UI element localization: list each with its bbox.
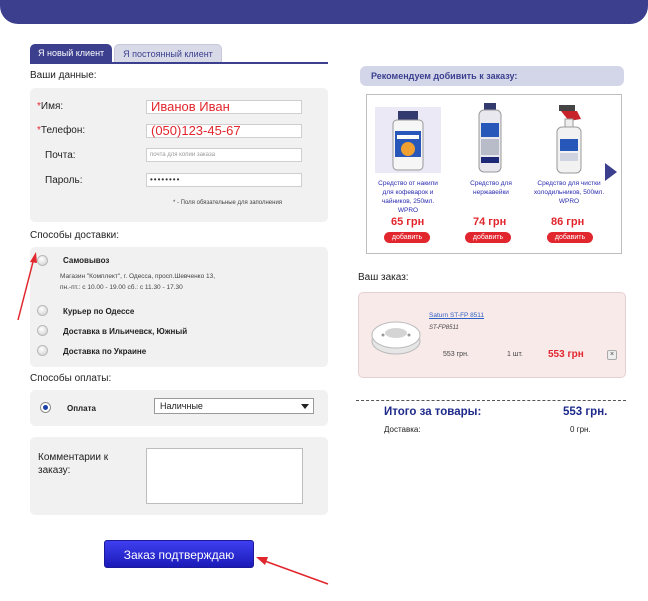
name-label: *Имя: [37, 101, 63, 112]
product-image-fridge-cleaner[interactable] [551, 105, 587, 180]
top-header-bar [0, 0, 648, 24]
password-input[interactable]: •••••••• [146, 173, 302, 187]
comments-label-line1: Комментарии к [38, 452, 109, 463]
tab-regular-client[interactable]: Я постоянный клиент [114, 44, 222, 62]
product-name-fridge-cleaner[interactable]: Средство для чистки холодильников, 500мл… [533, 179, 605, 206]
delivery-radio-courier[interactable] [37, 305, 48, 316]
order-item-image[interactable] [369, 311, 423, 362]
order-title: Ваш заказ: [358, 272, 409, 283]
recommend-carousel: Средство от накипи для кофеварок и чайни… [366, 94, 622, 254]
order-item-sku: ST-FP8511 [429, 325, 459, 331]
summary-delivery-value: 0 грн. [570, 425, 591, 434]
delivery-option-ukraine[interactable]: Доставка по Украине [63, 347, 146, 356]
summary-divider [356, 400, 626, 401]
tab-new-client[interactable]: Я новый клиент [30, 44, 113, 62]
delivery-title: Способы доставки: [30, 230, 120, 241]
delivery-option-courier[interactable]: Курьер по Одессе [63, 307, 134, 316]
phone-label-text: Телефон: [40, 125, 86, 136]
delivery-panel: Самовывоз Магазин "Комплект", г. Одесса,… [30, 247, 328, 367]
add-button-fridge-cleaner[interactable]: добавить [547, 232, 593, 243]
your-data-title: Ваши данные: [30, 70, 97, 81]
phone-input[interactable]: (050)123-45-67 [146, 124, 302, 138]
order-item-name-link[interactable]: Saturn ST-FP 8511 [429, 312, 484, 319]
tab-underline [30, 62, 328, 64]
product-price-steel-cleaner: 74 грн [473, 216, 507, 228]
email-label: Почта: [45, 150, 76, 161]
payment-label: Оплата [67, 404, 96, 413]
product-price-descaler: 65 грн [391, 216, 425, 228]
required-note: * - Поля обязательные для заполнения [173, 200, 283, 206]
email-input[interactable]: почта для копии заказа [146, 148, 302, 162]
summary-total-label: Итого за товары: [384, 406, 482, 418]
carousel-next-arrow-icon[interactable] [605, 163, 617, 181]
add-button-steel-cleaner[interactable]: добавить [465, 232, 511, 243]
comments-label-line2: заказу: [38, 465, 71, 476]
order-unit-price: 553 грн. [443, 351, 469, 358]
pickup-address-line2: пн.-пт.: с 10.00 - 19.00 сб.: с 11.30 - … [60, 284, 183, 291]
product-image-descaler[interactable] [375, 107, 441, 178]
delivery-radio-ilichevsk[interactable] [37, 325, 48, 336]
payment-title: Способы оплаты: [30, 373, 112, 384]
payment-radio[interactable] [40, 402, 51, 413]
payment-select-value: Наличные [160, 401, 203, 411]
summary-delivery-label: Доставка: [384, 425, 421, 434]
product-name-steel-cleaner[interactable]: Средство для нержавейки [455, 179, 527, 197]
recommend-title: Рекомендуем добивить к заказу: [360, 66, 624, 86]
delivery-radio-ukraine[interactable] [37, 345, 48, 356]
add-button-descaler[interactable]: добавить [384, 232, 430, 243]
payment-select[interactable]: Наличные [154, 398, 314, 414]
phone-label: *Телефон: [37, 125, 85, 136]
product-name-descaler[interactable]: Средство от накипи для кофеварок и чайни… [372, 179, 444, 215]
delivery-option-pickup[interactable]: Самовывоз [63, 256, 109, 265]
order-quantity: 1 шт. [507, 351, 523, 358]
pickup-address-line1: Магазин "Комплект", г. Одесса, просп.Шев… [60, 273, 216, 280]
payment-panel: Оплата Наличные [30, 390, 328, 426]
product-image-steel-cleaner[interactable] [474, 103, 506, 180]
arrow-to-submit-icon [256, 557, 329, 585]
remove-item-icon[interactable]: × [607, 350, 617, 360]
name-label-text: Имя: [40, 101, 64, 112]
chevron-down-icon [301, 404, 309, 409]
comments-textarea[interactable] [146, 448, 303, 504]
order-item-total: 553 грн [548, 349, 584, 360]
confirm-order-button[interactable]: Заказ подтверждаю [104, 540, 254, 568]
name-input[interactable]: Иванов Иван [146, 100, 302, 114]
client-tabs: Я новый клиент Я постоянный клиент [30, 44, 224, 62]
your-data-panel: *Имя: Иванов Иван *Телефон: (050)123-45-… [30, 88, 328, 222]
comments-panel: Комментарии к заказу: [30, 437, 328, 515]
password-label: Пароль: [45, 175, 83, 186]
delivery-radio-pickup[interactable] [37, 255, 48, 266]
comments-label: Комментарии к заказу: [38, 451, 108, 477]
summary-total-value: 553 грн. [563, 406, 608, 418]
order-panel: Saturn ST-FP 8511 ST-FP8511 553 грн. 1 ш… [358, 292, 626, 378]
delivery-option-ilichevsk[interactable]: Доставка в Ильичевск, Южный [63, 327, 187, 336]
product-price-fridge-cleaner: 86 грн [551, 216, 585, 228]
